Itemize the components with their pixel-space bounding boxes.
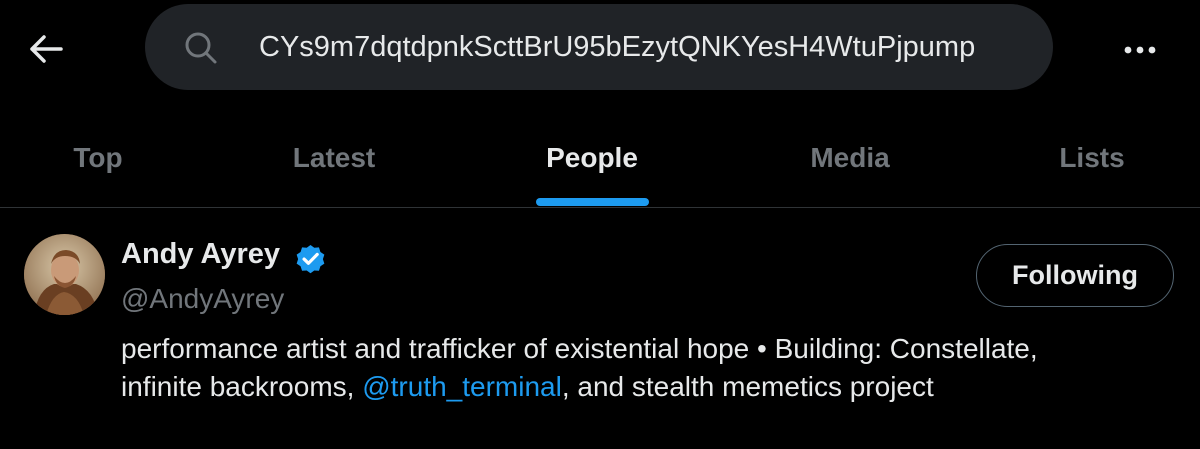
avatar-image [24,234,105,315]
search-icon [185,32,217,64]
user-bio: performance artist and trafficker of exi… [121,330,1181,406]
bio-text-line1: performance artist and trafficker of exi… [121,333,1038,364]
verified-badge-icon [296,244,325,274]
search-input[interactable] [259,4,1039,90]
tab-top[interactable]: Top [0,108,196,208]
tab-latest[interactable]: Latest [236,108,432,208]
search-tabs: Top Latest People Media Lists [0,108,1200,208]
user-handle[interactable]: @AndyAyrey [121,283,284,315]
tab-lists[interactable]: Lists [994,108,1190,208]
active-tab-indicator [536,198,649,206]
bio-text-end: , and stealth memetics project [561,371,934,402]
following-button[interactable]: Following [976,244,1174,307]
tab-media[interactable]: Media [752,108,948,208]
top-bar [0,0,1200,96]
bio-text-line2: infinite backrooms, [121,371,363,402]
avatar[interactable] [24,234,105,315]
mention-link[interactable]: @truth_terminal [362,371,562,402]
user-cell[interactable]: Andy Ayrey @AndyAyrey Following performa… [0,208,1200,449]
display-name[interactable]: Andy Ayrey [121,238,280,271]
back-button[interactable] [22,25,70,73]
more-options-button[interactable] [1116,26,1164,74]
search-box[interactable] [145,4,1053,90]
arrow-left-icon [30,35,63,63]
tab-people[interactable]: People [494,108,690,208]
more-horizontal-icon [1124,46,1156,54]
